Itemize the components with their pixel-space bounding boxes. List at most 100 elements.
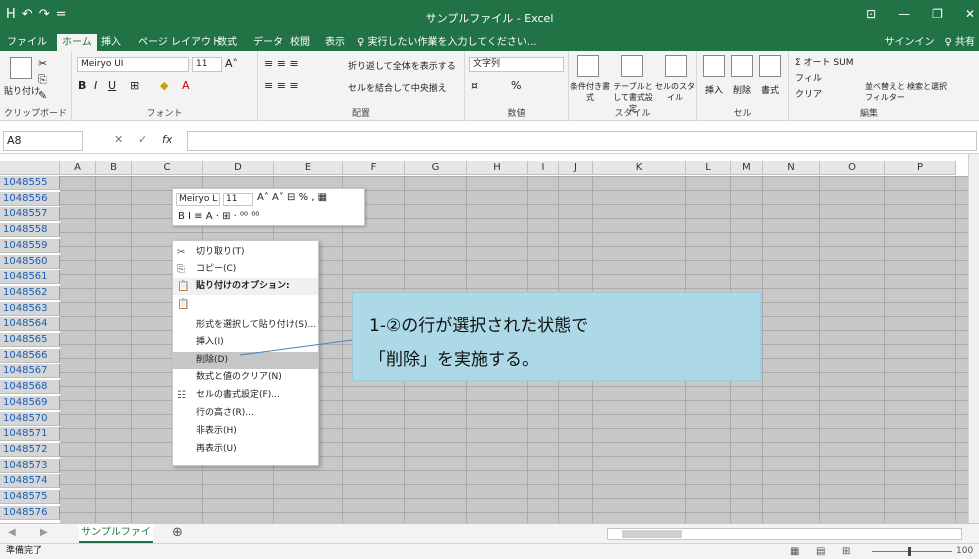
border-icon[interactable]: ⊞ [130, 79, 139, 92]
close-icon[interactable]: ✕ [965, 7, 975, 21]
context-menu-item[interactable]: 挿入(I) [173, 334, 318, 351]
view-page-layout-icon[interactable]: ▤ [816, 544, 825, 559]
row-header[interactable]: 1048555 [0, 176, 60, 190]
sheet-tab[interactable]: サンプルファイル [79, 524, 153, 555]
align-top-icon[interactable]: ≡ ≡ ≡ [264, 57, 299, 70]
column-header[interactable]: A [60, 161, 96, 175]
font-color-icon[interactable]: A [182, 79, 190, 92]
cut-icon[interactable]: ✂ [38, 57, 47, 70]
format-cells-icon[interactable] [759, 55, 781, 77]
copy-icon[interactable]: ⎘ [38, 73, 47, 87]
select-all-corner[interactable] [0, 161, 60, 175]
align-left-icon[interactable]: ≡ ≡ ≡ [264, 79, 299, 92]
add-sheet-icon[interactable]: ⊕ [172, 525, 183, 540]
column-header[interactable]: L [686, 161, 731, 175]
clear-button[interactable]: クリア [795, 87, 822, 100]
column-header[interactable]: I [528, 161, 559, 175]
row-header[interactable]: 1048563 [0, 301, 60, 316]
row-header[interactable]: 1048562 [0, 285, 60, 300]
tab-view[interactable]: 表示 [320, 34, 350, 51]
grow-font-icon[interactable]: A˄ [225, 57, 238, 70]
column-header[interactable]: O [820, 161, 885, 175]
column-header[interactable]: C [132, 161, 203, 175]
mini-size-select[interactable]: 11 [223, 193, 253, 206]
conditional-format-icon[interactable] [577, 55, 599, 77]
percent-button[interactable]: % [511, 79, 521, 92]
tab-insert[interactable]: 挿入 [96, 34, 126, 51]
zoom-thumb[interactable] [908, 547, 911, 556]
context-menu-item[interactable]: 削除(D) [173, 352, 318, 369]
zoom-slider[interactable] [872, 551, 952, 552]
fill-button[interactable]: フィル [795, 71, 822, 84]
context-menu-item[interactable]: 📋 [173, 296, 318, 313]
paste-icon[interactable] [10, 57, 32, 79]
paste-button[interactable]: 貼り付け [4, 84, 40, 97]
column-header[interactable]: D [203, 161, 274, 175]
context-menu-item[interactable]: 行の高さ(R)... [173, 405, 318, 422]
mini-format-row[interactable]: B I ≡ A · ⊞ · ⁰⁰ ⁰⁰ [178, 211, 259, 222]
cell-styles-icon[interactable] [665, 55, 687, 77]
sheet-nav-next-icon[interactable]: ▶ [40, 527, 48, 538]
merge-center-button[interactable]: セルを結合して中央揃え [348, 81, 447, 94]
context-menu-item[interactable]: 再表示(U) [173, 441, 318, 458]
enter-icon[interactable]: ✓ [138, 133, 147, 146]
column-header[interactable]: N [763, 161, 820, 175]
minimize-icon[interactable]: — [898, 7, 910, 21]
row-header[interactable]: 1048572 [0, 442, 60, 457]
column-header[interactable]: E [274, 161, 343, 175]
fill-color-icon[interactable]: ◆ [160, 79, 168, 92]
ribbon-display-icon[interactable]: ⊡ [866, 7, 876, 21]
row-header[interactable]: 1048558 [0, 223, 60, 238]
row-header[interactable]: 1048575 [0, 490, 60, 504]
context-menu-item[interactable]: 形式を選択して貼り付け(S)... [173, 317, 318, 334]
font-size-select[interactable]: 11 [192, 57, 222, 72]
tab-home[interactable]: ホーム [57, 34, 97, 51]
row-header[interactable]: 1048561 [0, 270, 60, 285]
row-header[interactable]: 1048565 [0, 333, 60, 347]
column-header[interactable]: M [731, 161, 763, 175]
row-header[interactable]: 1048559 [0, 238, 60, 253]
view-normal-icon[interactable]: ▦ [790, 544, 799, 559]
name-box[interactable]: A8 [3, 131, 83, 151]
row-header[interactable]: 1048570 [0, 411, 60, 426]
bold-button[interactable]: B [78, 79, 86, 92]
conditional-format-button[interactable]: 条件付き書式 [569, 81, 611, 103]
row-header[interactable]: 1048556 [0, 191, 60, 206]
row-header[interactable]: 1048557 [0, 207, 60, 222]
share-button[interactable]: ♀ 共有 [944, 34, 975, 51]
row-header[interactable]: 1048569 [0, 395, 60, 410]
column-header[interactable]: J [559, 161, 593, 175]
context-menu-item[interactable]: ☷ セルの書式設定(F)... [173, 387, 318, 404]
insert-cells-button[interactable]: 挿入 [705, 83, 723, 96]
context-menu-item[interactable]: 📋 貼り付けのオプション: [173, 278, 318, 295]
delete-cells-icon[interactable] [731, 55, 753, 77]
italic-button[interactable]: I [94, 79, 97, 92]
wrap-text-button[interactable]: 折り返して全体を表示する [348, 59, 456, 72]
format-cells-button[interactable]: 書式 [761, 83, 779, 96]
tell-me-input[interactable]: ♀ 実行したい作業を入力してください... [357, 34, 536, 51]
context-menu-item[interactable]: ✂ 切り取り(T) [173, 244, 318, 261]
format-painter-icon[interactable]: ✎ [38, 89, 47, 102]
column-header[interactable]: P [885, 161, 956, 175]
column-header[interactable]: B [96, 161, 132, 175]
view-page-break-icon[interactable]: ⊞ [842, 544, 850, 559]
insert-cells-icon[interactable] [703, 55, 725, 77]
restore-icon[interactable]: ❐ [932, 7, 943, 21]
formula-input[interactable] [187, 131, 977, 151]
context-menu-item[interactable]: ⎘ コピー(C) [173, 261, 318, 278]
row-header[interactable]: 1048574 [0, 474, 60, 489]
row-header[interactable]: 1048571 [0, 427, 60, 442]
row-header[interactable]: 1048573 [0, 458, 60, 473]
font-name-select[interactable]: Meiryo UI [77, 57, 189, 72]
row-header[interactable]: 1048566 [0, 348, 60, 363]
currency-icon[interactable]: ¤ [471, 79, 478, 92]
mini-grow-font-icon[interactable]: A˄ A˅ ⊟ % , ▦ [257, 192, 327, 203]
find-select-button[interactable]: 検索と選択 [907, 81, 947, 92]
sort-filter-button[interactable]: 並べ替えとフィルター [863, 81, 907, 103]
insert-function-icon[interactable]: fx [162, 133, 172, 146]
row-header[interactable]: 1048564 [0, 317, 60, 332]
horizontal-scrollbar[interactable] [607, 528, 962, 540]
delete-cells-button[interactable]: 削除 [733, 83, 751, 96]
row-header[interactable]: 1048568 [0, 380, 60, 395]
autosum-button[interactable]: Σ オート SUM [795, 55, 853, 68]
